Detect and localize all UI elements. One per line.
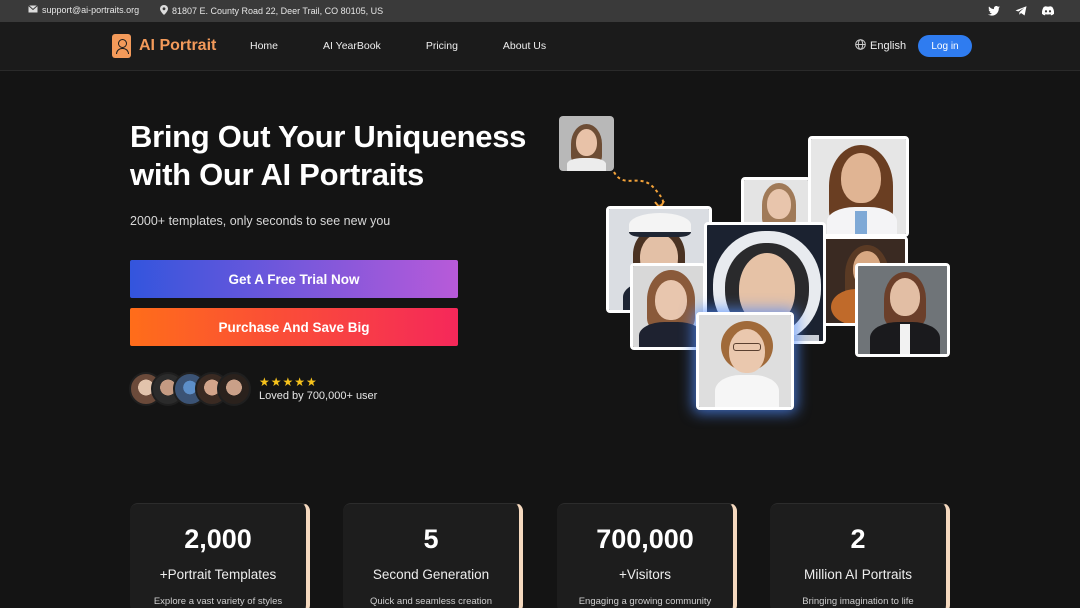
nav-item-about-us[interactable]: About Us (503, 40, 546, 52)
stat-number: 5 (423, 524, 439, 554)
contact-address-text: 81807 E. County Road 22, Deer Trail, CO … (172, 6, 384, 16)
stat-description: Explore a vast variety of styles (153, 596, 283, 607)
hero-subtitle: 2000+ templates, only seconds to see new… (130, 214, 391, 228)
source-photo (559, 116, 614, 171)
arrow-icon (613, 171, 665, 210)
discord-icon[interactable] (1041, 4, 1054, 17)
rating-stars: ★★★★★ (259, 375, 318, 389)
nav-menu: Home AI YearBook Pricing About Us (250, 40, 591, 52)
hero-title: Bring Out Your Uniqueness with Our AI Po… (130, 119, 527, 192)
social-links (987, 4, 1054, 17)
contact-address: 81807 E. County Road 22, Deer Trail, CO … (160, 5, 383, 17)
twitter-icon[interactable] (987, 4, 1000, 17)
portrait-businesswoman (630, 263, 706, 350)
mail-icon (28, 5, 38, 15)
brand-name: AI Portrait (139, 37, 217, 54)
portrait-executive (855, 263, 950, 357)
nav-item-home[interactable]: Home (250, 40, 278, 52)
stat-card-templates: 2,000 +Portrait Templates Explore a vast… (130, 503, 310, 608)
portrait-logo-icon (112, 34, 131, 58)
location-pin-icon (160, 5, 168, 17)
main-navigation: AI Portrait Home AI YearBook Pricing Abo… (0, 22, 1080, 71)
login-button[interactable]: Log in (918, 35, 972, 57)
contact-email-text: support@ai-portraits.org (42, 5, 140, 15)
stat-label: Million AI Portraits (803, 567, 913, 582)
stat-description: Quick and seamless creation (370, 596, 492, 607)
telegram-icon[interactable] (1014, 4, 1027, 17)
avatar (217, 372, 251, 406)
free-trial-button[interactable]: Get A Free Trial Now (130, 260, 458, 298)
stat-number: 2 (850, 524, 866, 554)
nav-item-ai-yearbook[interactable]: AI YearBook (323, 40, 381, 52)
stat-number: 700,000 (596, 524, 694, 554)
stat-number: 2,000 (184, 524, 252, 554)
stat-description: Engaging a growing community (578, 596, 712, 607)
globe-icon (855, 39, 866, 53)
user-avatar-group (129, 372, 253, 408)
language-label: English (870, 40, 907, 52)
stat-label: +Portrait Templates (159, 567, 277, 582)
stat-card-visitors: 700,000 +Visitors Engaging a growing com… (557, 503, 737, 608)
loved-by-text: Loved by 700,000+ user (259, 390, 378, 402)
stat-label: +Visitors (619, 567, 671, 582)
stat-label: Second Generation (372, 567, 490, 582)
stat-card-portraits: 2 Million AI Portraits Bringing imaginat… (770, 503, 950, 608)
nav-item-pricing[interactable]: Pricing (426, 40, 458, 52)
stat-card-generation: 5 Second Generation Quick and seamless c… (343, 503, 523, 608)
contact-email[interactable]: support@ai-portraits.org (28, 5, 139, 15)
top-info-bar: support@ai-portraits.org 81807 E. County… (0, 0, 1080, 22)
stat-description: Bringing imagination to life (802, 596, 914, 607)
portrait-doctor-glasses (696, 312, 794, 410)
language-selector[interactable]: English (855, 39, 906, 53)
purchase-button[interactable]: Purchase And Save Big (130, 308, 458, 346)
brand-logo[interactable]: AI Portrait (112, 34, 216, 58)
portrait-woman-light (741, 177, 811, 227)
